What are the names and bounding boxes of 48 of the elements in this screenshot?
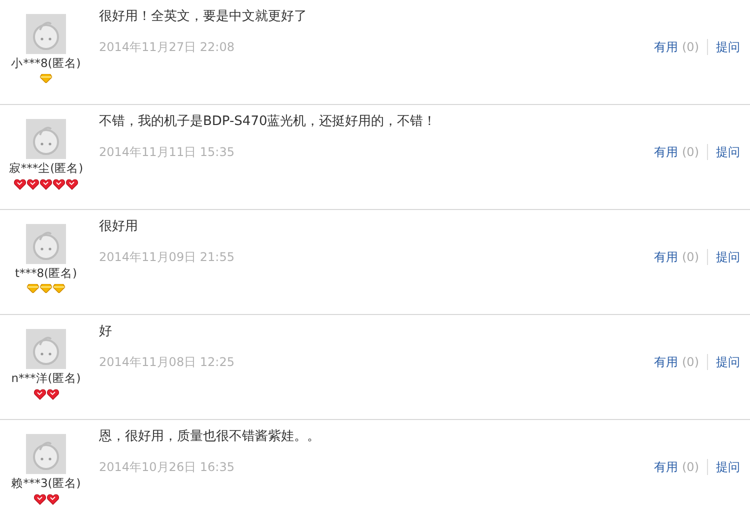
username: 赖***3(匿名) [11,475,81,492]
avatar-icon [26,434,66,474]
review-text: 很好用！全英文，要是中文就更好了 [99,8,308,26]
username: t***8(匿名) [14,265,78,282]
avatar-icon [26,224,66,264]
username: n***洋(匿名) [11,370,81,387]
review-text: 好 [99,323,113,341]
heart-icon [34,494,46,505]
ask-link[interactable]: 提问 [716,38,740,56]
heart-icon [40,179,52,190]
review-date: 2014年11月08日 12:25 [99,354,236,371]
useful-link[interactable]: 有用 [654,248,678,266]
username: 寂***尘(匿名) [8,160,84,177]
review-text: 很好用 [99,218,139,236]
review-text: 恩，很好用，质量也很不错酱紫娃。。 [99,428,321,446]
useful-link[interactable]: 有用 [654,143,678,161]
heart-icon [14,179,26,190]
useful-link[interactable]: 有用 [654,38,678,56]
ask-link[interactable]: 提问 [716,353,740,371]
useful-link[interactable]: 有用 [654,458,678,476]
review-date: 2014年10月26日 16:35 [99,459,236,476]
ask-link[interactable]: 提问 [716,458,740,476]
avatar-icon [26,119,66,159]
useful-count: (0) [682,354,699,371]
useful-count: (0) [682,39,699,56]
useful-count: (0) [682,249,699,266]
avatar-icon [26,329,66,369]
review-date: 2014年11月11日 15:35 [99,144,236,161]
ask-link[interactable]: 提问 [716,248,740,266]
heart-icon [27,179,39,190]
heart-icon [46,494,58,505]
useful-count: (0) [682,144,699,161]
useful-link[interactable]: 有用 [654,353,678,371]
review-date: 2014年11月27日 22:08 [99,39,236,56]
review-date: 2014年11月09日 21:55 [99,249,236,266]
diamond-icon [53,284,65,293]
username: 小***8(匿名) [11,55,81,72]
heart-icon [66,179,78,190]
review-text: 不错，我的机子是BDP-S470蓝光机，还挺好用的，不错！ [99,113,438,131]
heart-icon [46,389,58,400]
ask-link[interactable]: 提问 [716,143,740,161]
diamond-icon [40,74,52,83]
diamond-icon [40,284,52,293]
heart-icon [34,389,46,400]
heart-icon [53,179,65,190]
diamond-icon [27,284,39,293]
useful-count: (0) [682,459,699,476]
avatar-icon [26,14,66,54]
